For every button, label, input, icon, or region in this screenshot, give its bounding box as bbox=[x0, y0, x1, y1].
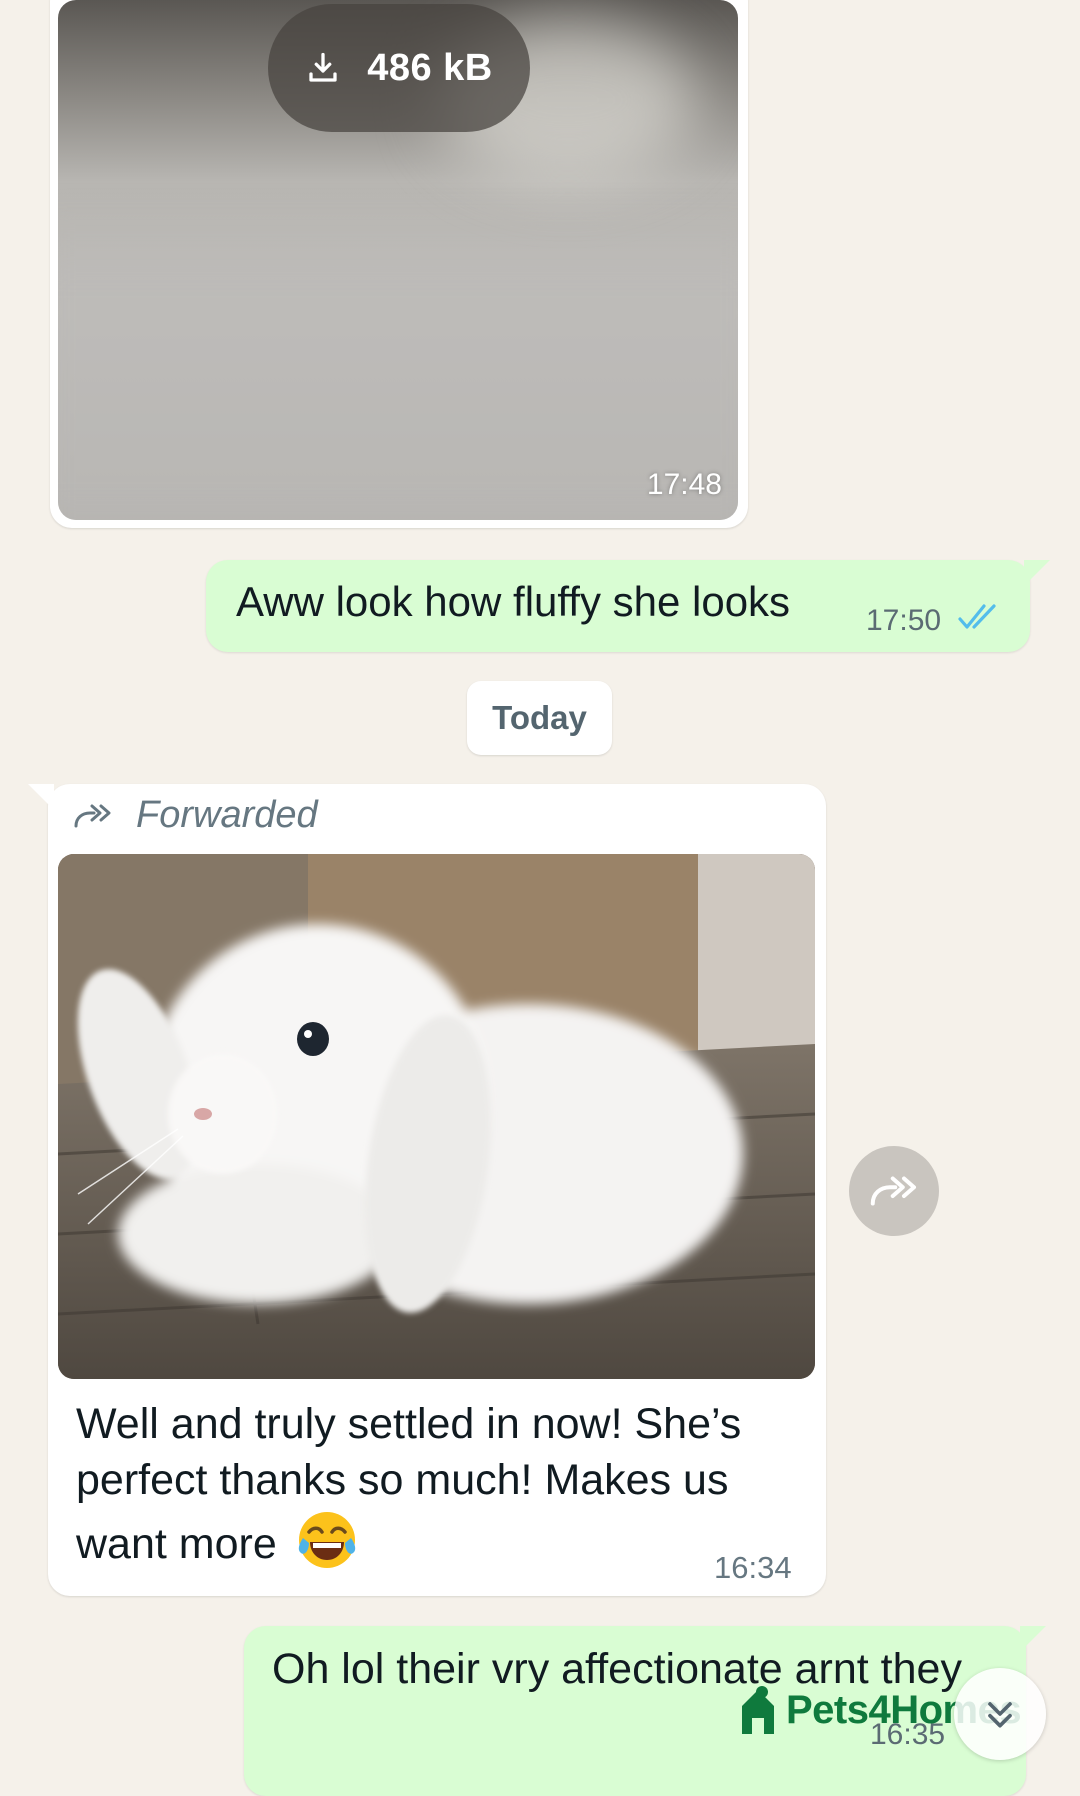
tears-of-joy-emoji bbox=[295, 1508, 359, 1572]
forward-icon bbox=[870, 1176, 916, 1206]
scroll-to-bottom-button[interactable] bbox=[954, 1668, 1046, 1760]
forward-button[interactable] bbox=[849, 1146, 939, 1236]
message-caption: Well and truly settled in now! She’s per… bbox=[76, 1396, 796, 1572]
forwarded-label: Forwarded bbox=[136, 794, 318, 836]
download-icon bbox=[309, 52, 337, 82]
bunny-photo[interactable] bbox=[58, 854, 815, 1379]
house-logo-icon bbox=[742, 1686, 774, 1734]
message-time: 16:34 bbox=[714, 1550, 792, 1585]
download-button[interactable]: 486 kB bbox=[268, 4, 530, 132]
double-chevron-down-icon bbox=[988, 1702, 1012, 1728]
message-text: Aww look how fluffy she looks bbox=[236, 578, 791, 625]
double-check-read-icon bbox=[958, 604, 996, 629]
message-time: 17:48 bbox=[646, 468, 722, 501]
forwarded-icon bbox=[74, 804, 111, 828]
message-time: 17:50 bbox=[866, 604, 942, 637]
caption-text: Well and truly settled in now! She’s per… bbox=[76, 1400, 742, 1568]
date-divider: Today bbox=[467, 681, 612, 755]
download-size: 486 kB bbox=[367, 46, 493, 89]
